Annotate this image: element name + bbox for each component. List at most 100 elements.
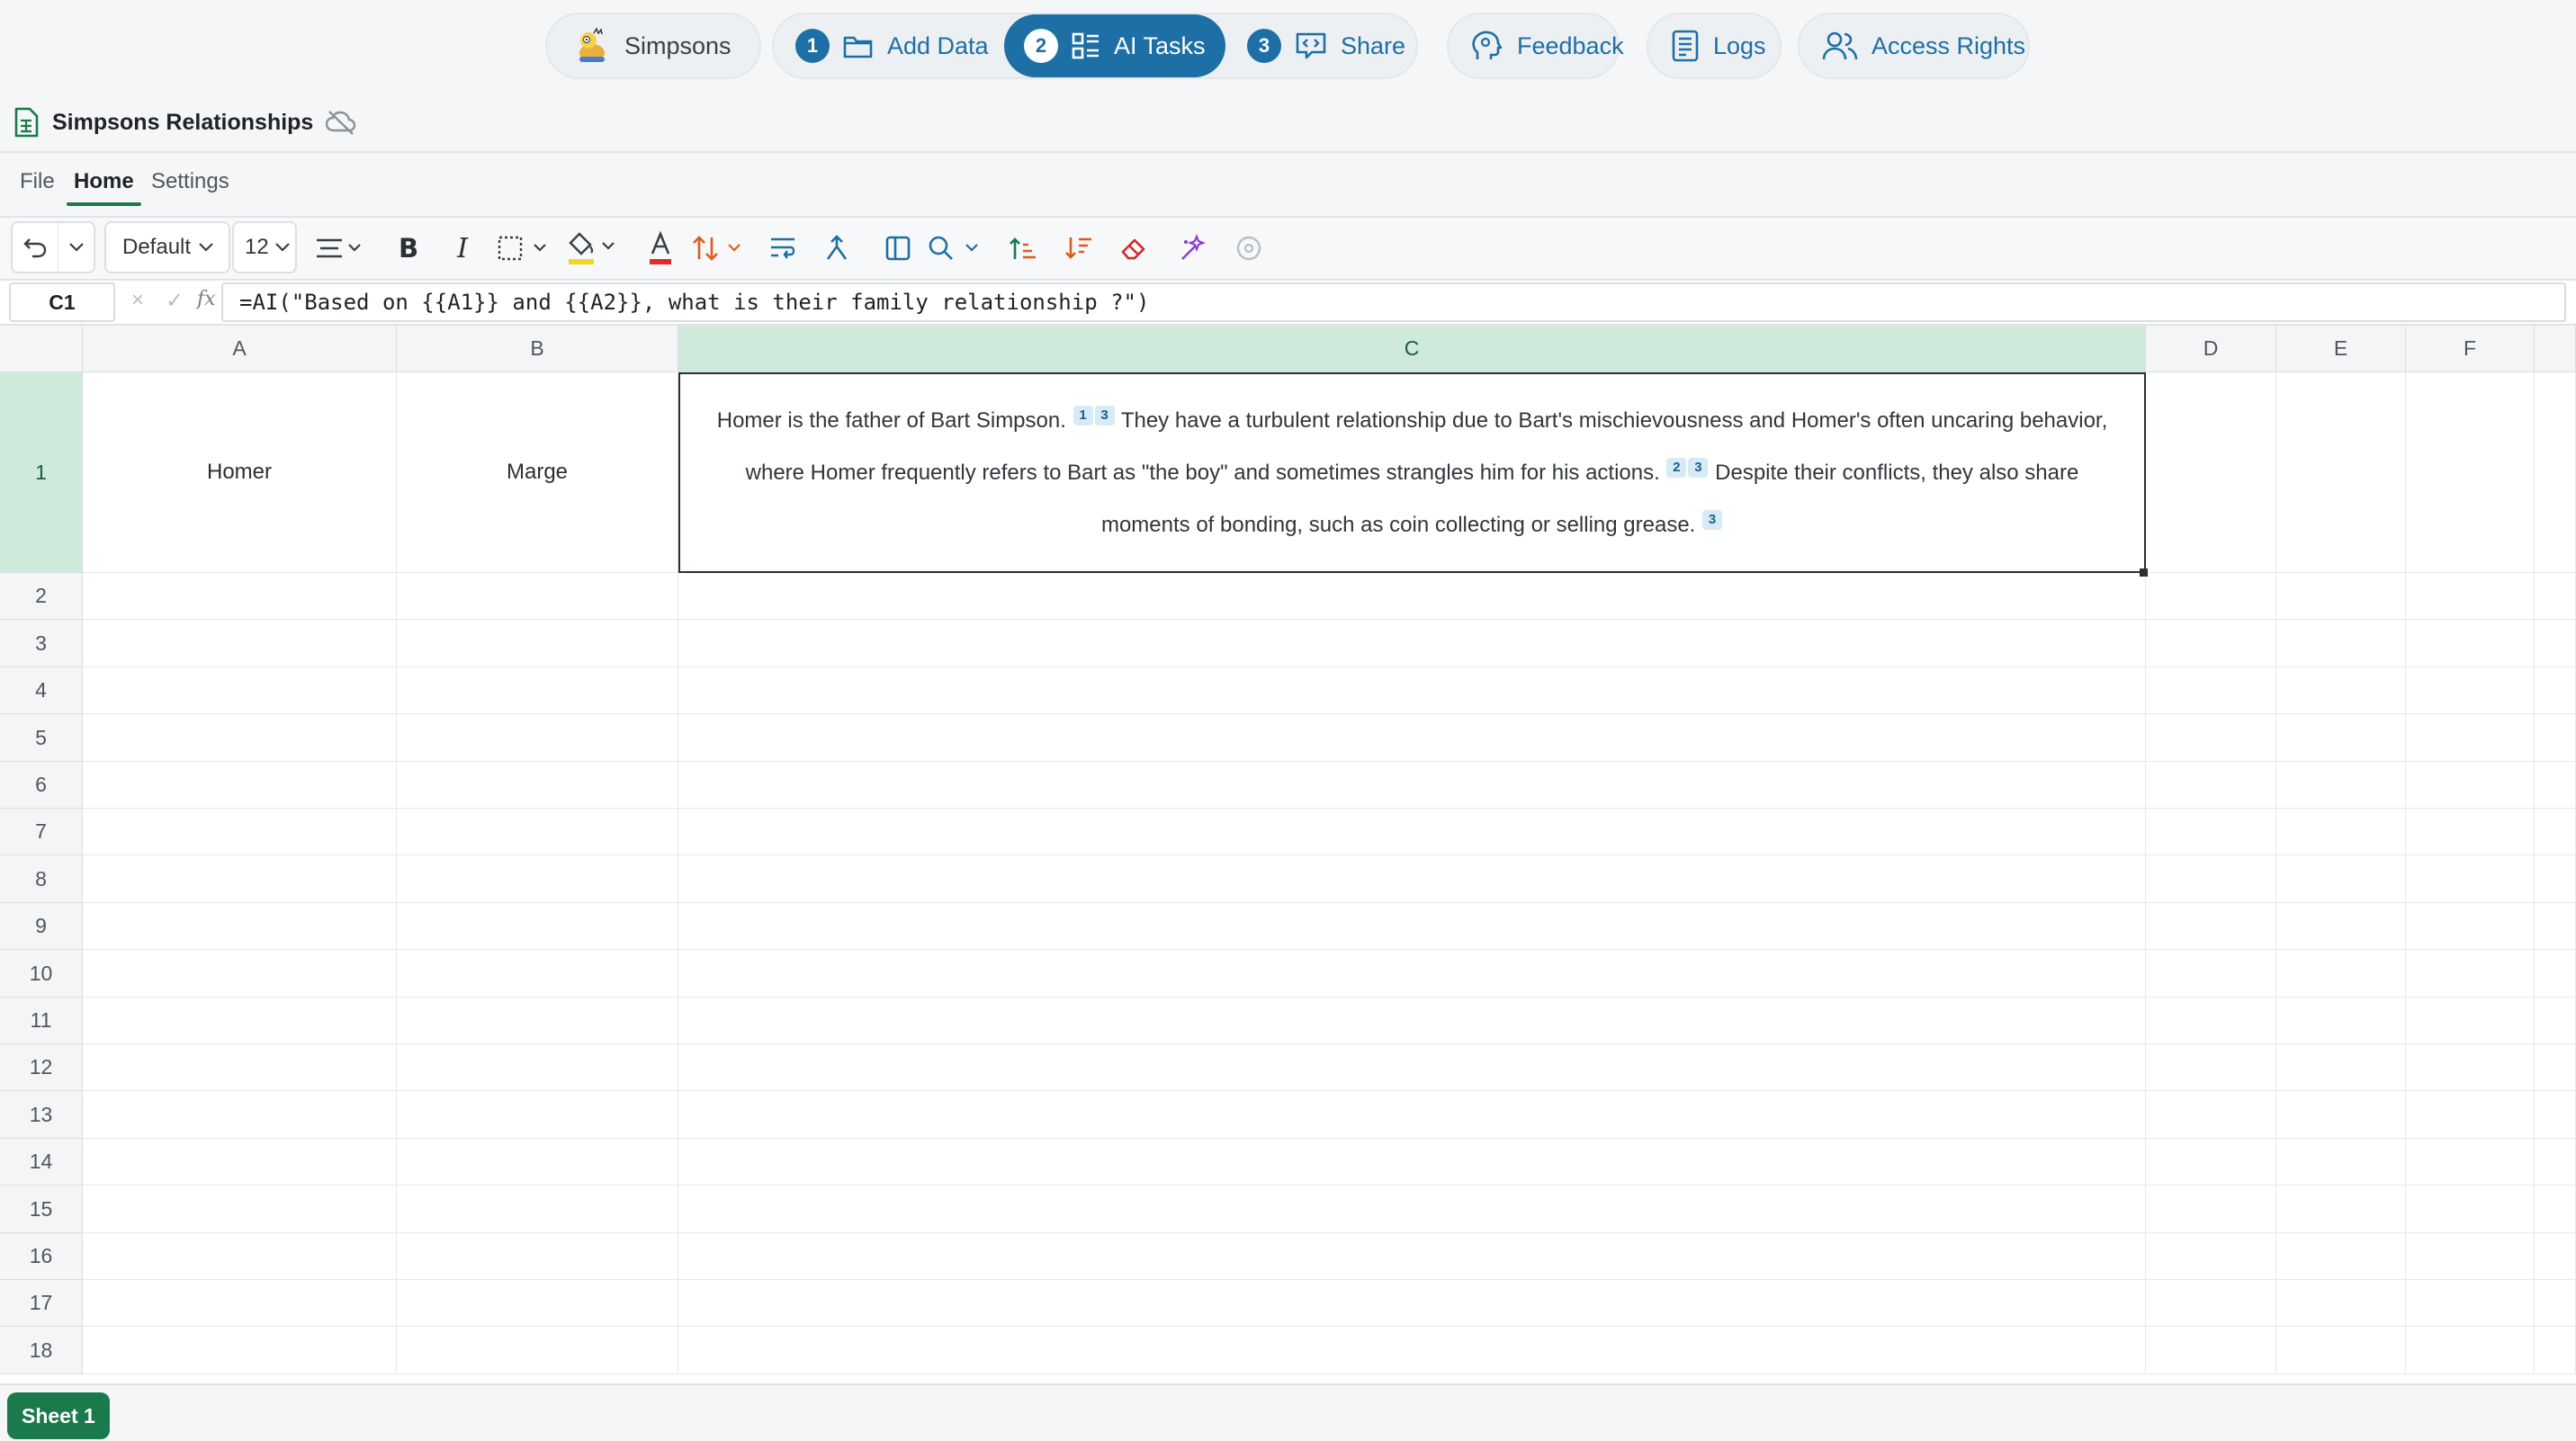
cell-c17[interactable] [678, 1280, 2146, 1327]
row-header-6[interactable]: 6 [0, 762, 83, 809]
font-family-select[interactable]: Default [104, 221, 230, 273]
cell-b12[interactable] [397, 1044, 678, 1091]
cell-c6[interactable] [678, 762, 2146, 809]
cell-c10[interactable] [678, 950, 2146, 998]
cell-f13[interactable] [2406, 1091, 2535, 1139]
cell-d7[interactable] [2146, 809, 2276, 855]
citation-badge[interactable]: 3 [1702, 509, 1723, 530]
ai-assist-button[interactable] [1173, 228, 1213, 268]
undo-history-chevron-icon[interactable] [58, 223, 94, 272]
cell-reference-box[interactable]: C1 [9, 282, 115, 322]
cell-e1[interactable] [2276, 372, 2406, 573]
cell-a6[interactable] [83, 762, 397, 809]
cell-b15[interactable] [397, 1186, 678, 1233]
row-header-4[interactable]: 4 [0, 667, 83, 714]
cell-d11[interactable] [2146, 998, 2276, 1044]
cell-c16[interactable] [678, 1233, 2146, 1280]
sort-descending-button[interactable] [1058, 228, 1098, 268]
brand-button[interactable]: Simpsons [552, 13, 751, 79]
column-header-a[interactable]: A [83, 326, 397, 372]
cell-c14[interactable] [678, 1139, 2146, 1186]
find-button[interactable] [927, 228, 984, 268]
sort-button[interactable] [691, 228, 747, 268]
row-header-15[interactable]: 15 [0, 1186, 83, 1233]
cell-d16[interactable] [2146, 1233, 2276, 1280]
cell-a1[interactable]: Homer [83, 372, 397, 573]
row-header-8[interactable]: 8 [0, 855, 83, 903]
feedback-button[interactable]: Feedback [1450, 13, 1644, 79]
cell-d2[interactable] [2146, 573, 2276, 620]
cell-b10[interactable] [397, 950, 678, 998]
column-header-e[interactable]: E [2276, 326, 2406, 372]
cell-f18[interactable] [2406, 1327, 2535, 1374]
cell-f14[interactable] [2406, 1139, 2535, 1186]
cell-d13[interactable] [2146, 1091, 2276, 1139]
cell-a10[interactable] [83, 950, 397, 998]
cell-e4[interactable] [2276, 667, 2406, 714]
cell-d14[interactable] [2146, 1139, 2276, 1186]
step-share[interactable]: 3 Share [1227, 13, 1425, 79]
cell-e2[interactable] [2276, 573, 2406, 620]
citation-badge[interactable]: 1 [1073, 405, 1093, 425]
cell-a11[interactable] [83, 998, 397, 1044]
logs-button[interactable]: Logs [1650, 13, 1786, 79]
cell-a12[interactable] [83, 1044, 397, 1091]
cell-b13[interactable] [397, 1091, 678, 1139]
cell-d12[interactable] [2146, 1044, 2276, 1091]
cell-e12[interactable] [2276, 1044, 2406, 1091]
clear-formatting-button[interactable] [1114, 228, 1153, 268]
cancel-edit-icon[interactable]: × [131, 288, 144, 313]
cell-d6[interactable] [2146, 762, 2276, 809]
cell-a7[interactable] [83, 809, 397, 855]
record-button[interactable] [1229, 228, 1269, 268]
cell-c5[interactable] [678, 714, 2146, 762]
cell-e6[interactable] [2276, 762, 2406, 809]
cell-f15[interactable] [2406, 1186, 2535, 1233]
cell-f9[interactable] [2406, 903, 2535, 950]
cell-b18[interactable] [397, 1327, 678, 1374]
cell-e5[interactable] [2276, 714, 2406, 762]
cell-a17[interactable] [83, 1280, 397, 1327]
cell-b17[interactable] [397, 1280, 678, 1327]
fill-color-button[interactable] [565, 228, 621, 268]
cell-d10[interactable] [2146, 950, 2276, 998]
menu-settings[interactable]: Settings [151, 169, 229, 194]
access-rights-button[interactable]: Access Rights [1801, 13, 2045, 79]
row-header-3[interactable]: 3 [0, 620, 83, 667]
cell-f7[interactable] [2406, 809, 2535, 855]
cell-e17[interactable] [2276, 1280, 2406, 1327]
cell-a18[interactable] [83, 1327, 397, 1374]
cell-b8[interactable] [397, 855, 678, 903]
cell-b11[interactable] [397, 998, 678, 1044]
cell-f16[interactable] [2406, 1233, 2535, 1280]
cell-e7[interactable] [2276, 809, 2406, 855]
wrap-text-button[interactable] [763, 228, 803, 268]
text-color-button[interactable] [641, 228, 680, 268]
borders-button[interactable] [497, 228, 552, 268]
font-size-select[interactable]: 12 [232, 221, 297, 273]
cell-f3[interactable] [2406, 620, 2535, 667]
cell-d5[interactable] [2146, 714, 2276, 762]
column-header-d[interactable]: D [2146, 326, 2276, 372]
column-header-f[interactable]: F [2406, 326, 2535, 372]
cell-a5[interactable] [83, 714, 397, 762]
cell-c8[interactable] [678, 855, 2146, 903]
cell-f10[interactable] [2406, 950, 2535, 998]
align-button[interactable] [313, 228, 367, 268]
citation-badge[interactable]: 3 [1688, 457, 1709, 478]
cell-d3[interactable] [2146, 620, 2276, 667]
fill-handle[interactable] [2140, 568, 2148, 577]
cell-e10[interactable] [2276, 950, 2406, 998]
row-header-17[interactable]: 17 [0, 1280, 83, 1327]
citation-badge[interactable]: 3 [1094, 405, 1115, 425]
cell-a13[interactable] [83, 1091, 397, 1139]
cell-b7[interactable] [397, 809, 678, 855]
cell-d9[interactable] [2146, 903, 2276, 950]
freeze-columns-button[interactable] [878, 228, 918, 268]
cell-b5[interactable] [397, 714, 678, 762]
cell-e16[interactable] [2276, 1233, 2406, 1280]
cell-e11[interactable] [2276, 998, 2406, 1044]
undo-icon[interactable] [13, 236, 58, 259]
row-header-5[interactable]: 5 [0, 714, 83, 762]
cell-c15[interactable] [678, 1186, 2146, 1233]
